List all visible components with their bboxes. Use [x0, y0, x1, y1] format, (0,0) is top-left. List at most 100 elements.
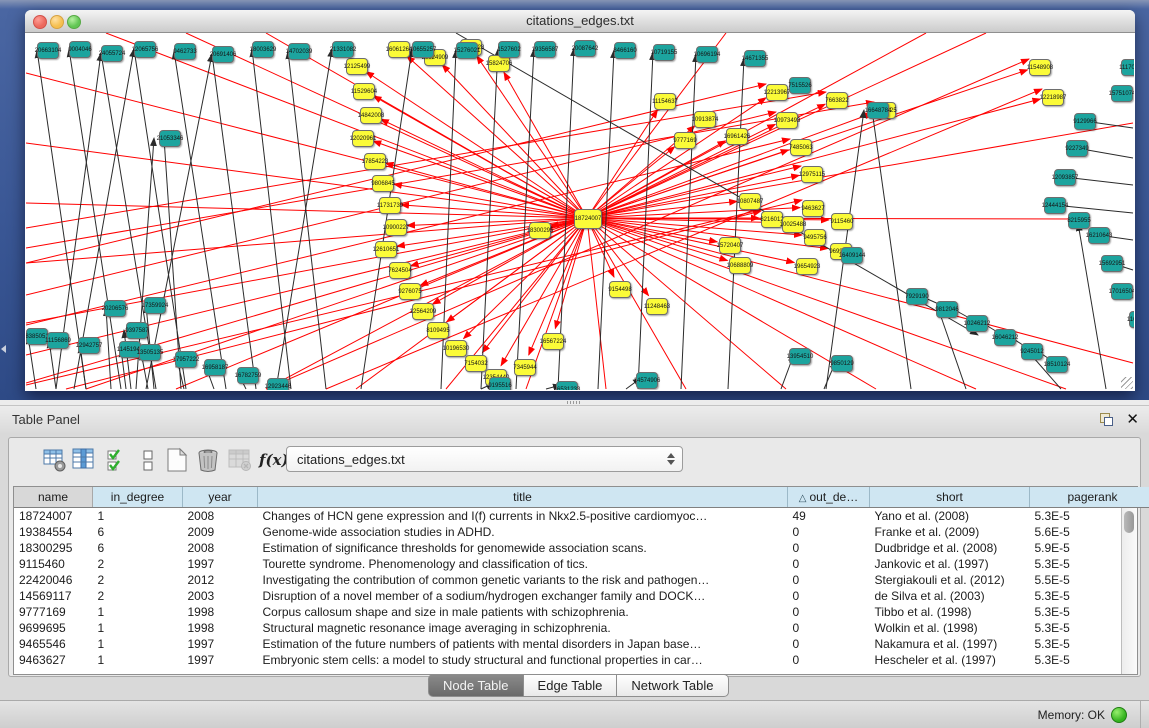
table-row[interactable]: 1872400712008Changes of HCN gene express… [14, 508, 1149, 525]
table-cell[interactable]: Investigating the contribution of common… [258, 572, 788, 588]
graph-node[interactable]: 17957222 [175, 351, 197, 368]
graph-node[interactable]: 8215955 [1068, 212, 1090, 229]
table-cell[interactable]: de Silva et al. (2003) [870, 588, 1030, 604]
graph-node[interactable]: 20087642 [574, 40, 596, 57]
graph-node[interactable]: 12444154 [1044, 197, 1066, 214]
table-cell[interactable]: Stergiakouli et al. (2012) [870, 572, 1030, 588]
table-cell[interactable]: Tourette syndrome. Phenomenology and cla… [258, 556, 788, 572]
graph-node[interactable]: 15751074 [1111, 85, 1133, 102]
graph-node[interactable]: 10696194 [696, 46, 718, 63]
table-cell[interactable]: 0 [788, 636, 870, 652]
graph-node[interactable]: 14702039 [288, 43, 310, 60]
table-cell[interactable]: Corpus callosum shape and size in male p… [258, 604, 788, 620]
panel-collapse-arrow-icon[interactable] [1, 345, 6, 353]
table-cell[interactable]: 0 [788, 588, 870, 604]
table-cell[interactable]: 0 [788, 620, 870, 636]
float-panel-icon[interactable] [1100, 413, 1113, 426]
graph-node[interactable]: 10196530 [445, 340, 467, 357]
table-cell[interactable]: 2 [93, 572, 183, 588]
graph-node[interactable]: 9276075 [399, 283, 421, 300]
graph-node[interactable]: 10025488 [782, 216, 804, 233]
table-cell[interactable]: 2 [93, 556, 183, 572]
graph-node[interactable]: 14671355 [744, 50, 766, 67]
graph-node[interactable]: 11248463 [646, 298, 668, 315]
graph-node[interactable]: 9812046 [936, 301, 958, 318]
table-cell[interactable]: 1 [93, 604, 183, 620]
graph-node[interactable]: 16958187 [204, 359, 226, 376]
graph-node[interactable]: 13954510 [789, 348, 811, 365]
select-all-icon[interactable] [105, 447, 131, 473]
table-cell[interactable]: Wolkin et al. (1998) [870, 620, 1030, 636]
table-cell[interactable]: Estimation of the future numbers of pati… [258, 636, 788, 652]
graph-node[interactable]: 17854223 [364, 153, 386, 170]
graph-node[interactable]: 12942757 [78, 337, 100, 354]
table-row[interactable]: 946362711997Embryonic stem cells: a mode… [14, 652, 1149, 668]
graph-node[interactable]: 7663822 [826, 92, 848, 109]
column-header-in_degree[interactable]: in_degree [93, 487, 183, 508]
table-cell[interactable]: Nakamura et al. (1997) [870, 636, 1030, 652]
graph-node[interactable]: 9777169 [674, 132, 696, 149]
table-row[interactable]: 1830029562008Estimation of significance … [14, 540, 1149, 556]
graph-node[interactable]: 19654923 [796, 258, 818, 275]
graph-node[interactable]: 16061264 [388, 41, 410, 58]
table-row[interactable]: 911546021997Tourette syndrome. Phenomeno… [14, 556, 1149, 572]
graph-node[interactable]: 10973493 [776, 112, 798, 129]
graph-node[interactable]: 16961426 [726, 128, 748, 145]
graph-node[interactable]: 9463627 [802, 200, 824, 217]
graph-node[interactable]: 1527602 [498, 41, 520, 58]
table-cell[interactable]: Embryonic stem cells: a model to study s… [258, 652, 788, 668]
graph-node[interactable]: 16567224 [542, 333, 564, 350]
column-header-short[interactable]: short [870, 487, 1030, 508]
table-cell[interactable]: Tibbo et al. (1998) [870, 604, 1030, 620]
show-columns-icon[interactable] [71, 447, 97, 473]
table-cell[interactable]: 2 [93, 588, 183, 604]
graph-node[interactable]: 12020961 [352, 130, 374, 147]
graph-node[interactable]: 10246212 [966, 315, 988, 332]
graph-node[interactable]: 12218987 [1042, 89, 1064, 106]
table-cell[interactable]: 1998 [183, 604, 258, 620]
table-row[interactable]: 946554611997Estimation of the future num… [14, 636, 1149, 652]
table-row[interactable]: 1456911722003Disruption of a novel membe… [14, 588, 1149, 604]
graph-node[interactable]: 10913874 [694, 111, 716, 128]
table-vertical-scrollbar[interactable] [1121, 508, 1137, 674]
table-cell[interactable]: Estimation of significance thresholds fo… [258, 540, 788, 556]
table-cell[interactable]: 0 [788, 572, 870, 588]
graph-node[interactable]: 9462733 [174, 43, 196, 60]
table-cell[interactable]: 2008 [183, 508, 258, 525]
graph-node[interactable]: 19356587 [534, 41, 556, 58]
table-cell[interactable]: 1 [93, 620, 183, 636]
graph-node[interactable]: 9806845 [372, 175, 394, 192]
graph-node[interactable]: 10807487 [739, 193, 761, 210]
table-cell[interactable]: 18300295 [14, 540, 93, 556]
graph-node[interactable]: 9115460 [831, 213, 853, 230]
table-cell[interactable]: Yano et al. (2008) [870, 508, 1030, 525]
graph-node[interactable]: 21331082 [332, 41, 354, 58]
graph-node[interactable]: 12610651 [375, 241, 397, 258]
graph-node[interactable]: 12975115 [801, 166, 823, 183]
graph-node[interactable]: 9850129 [831, 355, 853, 372]
table-cell[interactable]: Disruption of a novel member of a sodium… [258, 588, 788, 604]
table-cell[interactable]: Hescheler et al. (1997) [870, 652, 1030, 668]
function-builder-icon[interactable]: f(x) [259, 451, 285, 477]
table-cell[interactable]: 9699695 [14, 620, 93, 636]
table-cell[interactable]: 0 [788, 524, 870, 540]
graph-node[interactable]: 7515526 [789, 77, 811, 94]
graph-node[interactable]: 16210643 [1088, 227, 1110, 244]
graph-node[interactable]: 12093857 [1054, 169, 1076, 186]
table-cell[interactable]: 9463627 [14, 652, 93, 668]
graph-node[interactable]: 7485063 [790, 139, 812, 156]
table-cell[interactable]: 1997 [183, 556, 258, 572]
graph-node[interactable]: 17016504 [1111, 283, 1133, 300]
graph-node[interactable]: 7154032 [465, 355, 487, 372]
table-cell[interactable]: Jankovic et al. (1997) [870, 556, 1030, 572]
graph-node[interactable]: 24055724 [101, 45, 123, 62]
table-cell[interactable]: 0 [788, 604, 870, 620]
graph-node[interactable]: 11156869 [47, 332, 69, 349]
table-row[interactable]: 2242004622012Investigating the contribut… [14, 572, 1149, 588]
graph-node[interactable]: 10900227 [385, 219, 407, 236]
graph-node[interactable]: 12213967 [766, 84, 788, 101]
network-selector-dropdown[interactable]: citations_edges.txt [286, 446, 683, 472]
graph-node[interactable]: 17359924 [144, 297, 166, 314]
network-window[interactable]: citations_edges.txt 18724007121254991152… [25, 10, 1135, 391]
graph-node[interactable]: 11548908 [1029, 59, 1051, 76]
